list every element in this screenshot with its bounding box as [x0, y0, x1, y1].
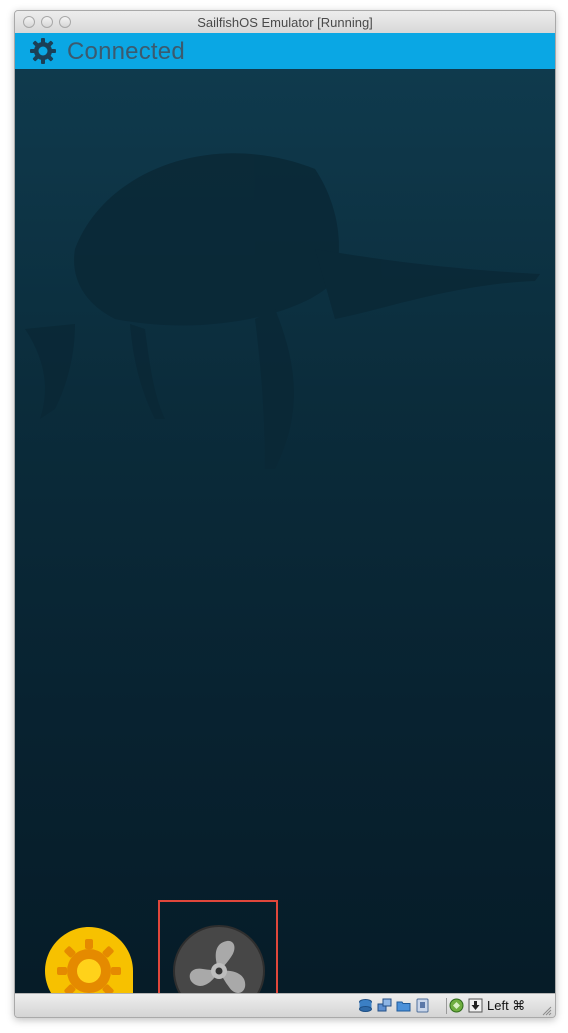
settings-app-icon[interactable] [43, 925, 135, 993]
host-key-label[interactable]: Left ⌘ [487, 998, 525, 1014]
arrow-down-icon[interactable] [468, 998, 483, 1013]
resize-grip-icon[interactable] [540, 1004, 552, 1016]
status-indicator-bar: Left ⌘ [15, 993, 555, 1017]
separator [446, 998, 447, 1014]
gear-icon [30, 38, 56, 64]
window-title: SailfishOS Emulator [Running] [197, 15, 373, 30]
highlight-box [158, 900, 278, 993]
home-screen [15, 69, 555, 993]
shared-folder-icon[interactable] [396, 998, 411, 1013]
connection-status: Connected [67, 38, 185, 65]
sailfish-wallpaper [25, 153, 540, 469]
title-bar: SailfishOS Emulator [Running] [15, 11, 555, 34]
usb-icon[interactable] [415, 998, 430, 1013]
network-icon[interactable] [377, 998, 392, 1013]
emulator-window: SailfishOS Emulator [Running] Connected [14, 10, 556, 1018]
hard-disk-icon[interactable] [358, 998, 373, 1013]
capture-icon[interactable] [449, 998, 464, 1013]
status-bar: Connected [15, 33, 555, 69]
